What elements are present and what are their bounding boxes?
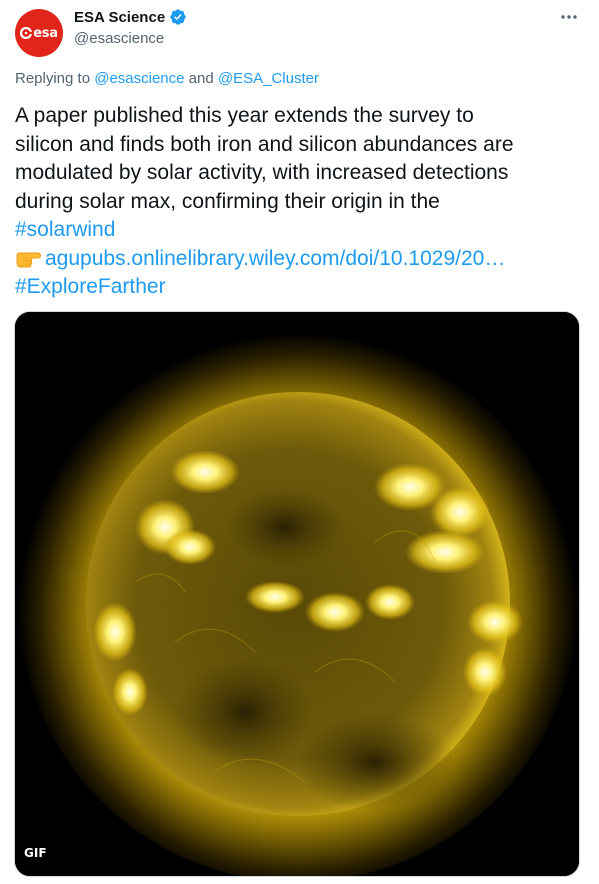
avatar-text: esa bbox=[33, 25, 58, 41]
hashtag-solarwind[interactable]: #solarwind bbox=[15, 218, 115, 241]
replying-to: Replying to @esascience and @ESA_Cluster bbox=[15, 70, 319, 87]
article-link[interactable]: agupubs.onlinelibrary.wiley.com/doi/10.1… bbox=[45, 247, 505, 270]
tweet-text: A paper published this year extends the … bbox=[15, 102, 585, 302]
mention-esascience[interactable]: @esascience bbox=[94, 70, 184, 87]
tweet-card[interactable]: esa ESA Science @esascience Replying to … bbox=[0, 0, 599, 884]
more-dots-icon[interactable] bbox=[557, 7, 581, 27]
tweet-line: A paper published this year extends the … bbox=[15, 104, 474, 127]
display-name[interactable]: ESA Science bbox=[74, 9, 165, 26]
replying-prefix: Replying to bbox=[15, 70, 95, 87]
hashtag-explorefarther[interactable]: #ExploreFarther bbox=[15, 275, 166, 298]
esa-logo-mark-icon bbox=[20, 27, 33, 39]
esa-logo: esa bbox=[20, 25, 58, 41]
handle[interactable]: @esascience bbox=[74, 30, 164, 47]
tweet-line: silicon and finds both iron and silicon … bbox=[15, 132, 514, 156]
tweet-line: modulated by solar activity, with increa… bbox=[15, 161, 509, 184]
tweet-line: during solar max, confirming their origi… bbox=[15, 189, 440, 213]
media-gif[interactable] bbox=[14, 311, 580, 877]
avatar[interactable]: esa bbox=[15, 9, 63, 57]
pointing-right-emoji-icon bbox=[16, 252, 41, 267]
mention-esa-cluster[interactable]: @ESA_Cluster bbox=[218, 70, 319, 87]
verified-badge-icon bbox=[170, 9, 186, 25]
gif-badge: GIF bbox=[24, 846, 47, 860]
sun-image bbox=[15, 312, 579, 876]
name-row: ESA Science bbox=[74, 8, 187, 26]
replying-joiner: and bbox=[184, 70, 218, 87]
